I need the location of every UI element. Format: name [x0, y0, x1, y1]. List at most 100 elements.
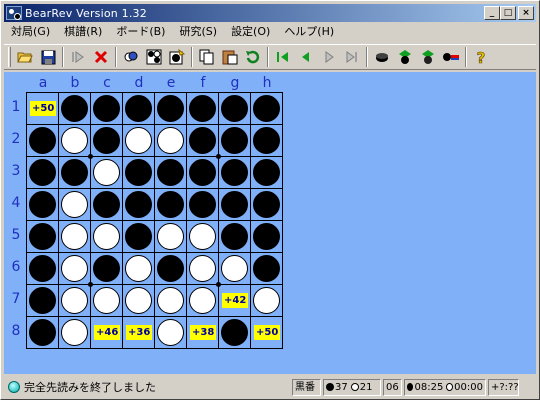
board-cell-b3[interactable]	[59, 157, 90, 188]
board-cell-c3[interactable]	[91, 157, 122, 188]
board-cell-h8[interactable]: +50	[251, 317, 282, 348]
board-cell-h6[interactable]	[251, 253, 282, 284]
board-cell-d2[interactable]	[123, 125, 154, 156]
white-cpu-icon[interactable]	[418, 47, 438, 67]
board-cell-g5[interactable]	[219, 221, 250, 252]
next-move-icon[interactable]	[319, 47, 339, 67]
board-cell-c1[interactable]	[91, 93, 122, 124]
board-cell-f8[interactable]: +38	[187, 317, 218, 348]
board-cell-h5[interactable]	[251, 221, 282, 252]
board-cell-d1[interactable]	[123, 93, 154, 124]
paste-icon[interactable]	[220, 47, 240, 67]
black-disc	[29, 127, 56, 154]
board-cell-f3[interactable]	[187, 157, 218, 188]
title-bar[interactable]: BearRev Version 1.32 _ □ ×	[4, 4, 536, 22]
board-cell-g8[interactable]	[219, 317, 250, 348]
menu-game[interactable]: 対局(G)	[4, 23, 57, 41]
board-cell-f5[interactable]	[187, 221, 218, 252]
board-cell-f7[interactable]	[187, 285, 218, 316]
board-cell-a6[interactable]	[27, 253, 58, 284]
board-cell-f6[interactable]	[187, 253, 218, 284]
board-cell-c5[interactable]	[91, 221, 122, 252]
board-cell-c7[interactable]	[91, 285, 122, 316]
board-cell-b5[interactable]	[59, 221, 90, 252]
help-icon[interactable]: ?	[471, 47, 491, 67]
hint-icon[interactable]	[167, 47, 187, 67]
prev-move-icon[interactable]	[296, 47, 316, 67]
board-cell-g1[interactable]	[219, 93, 250, 124]
last-move-icon[interactable]	[342, 47, 362, 67]
black-disc-icon[interactable]	[372, 47, 392, 67]
board-cell-b7[interactable]	[59, 285, 90, 316]
black-cpu-icon[interactable]	[395, 47, 415, 67]
board-cell-e8[interactable]	[155, 317, 186, 348]
menu-settings[interactable]: 設定(O)	[224, 23, 277, 41]
board-cell-g6[interactable]	[219, 253, 250, 284]
board-cell-e4[interactable]	[155, 189, 186, 220]
othello-board[interactable]: +50 +42 +46 +36 +38 +50	[26, 92, 283, 349]
board-cell-e3[interactable]	[155, 157, 186, 188]
board-cell-b2[interactable]	[59, 125, 90, 156]
board-cell-b4[interactable]	[59, 189, 90, 220]
board-cell-f1[interactable]	[187, 93, 218, 124]
play-icon[interactable]	[68, 47, 88, 67]
board-cell-e5[interactable]	[155, 221, 186, 252]
board-cell-c6[interactable]	[91, 253, 122, 284]
undo-icon[interactable]	[243, 47, 263, 67]
board-cell-g2[interactable]	[219, 125, 250, 156]
menu-record[interactable]: 棋譜(R)	[57, 23, 109, 41]
board-cell-e6[interactable]	[155, 253, 186, 284]
level-icon[interactable]	[441, 47, 461, 67]
copy-icon[interactable]	[197, 47, 217, 67]
board-cell-h2[interactable]	[251, 125, 282, 156]
board-cell-c2[interactable]	[91, 125, 122, 156]
board-cell-b1[interactable]	[59, 93, 90, 124]
board-cell-c4[interactable]	[91, 189, 122, 220]
board-cell-a1[interactable]: +50	[27, 93, 58, 124]
save-disk-icon[interactable]	[38, 47, 58, 67]
menu-help[interactable]: ヘルプ(H)	[277, 23, 341, 41]
board-area: +50 +42 +46 +36 +38 +50 a b c d e f g h 1 2 3 4 5 6 7 8	[4, 72, 536, 374]
board-cell-g3[interactable]	[219, 157, 250, 188]
menu-board[interactable]: ボード(B)	[109, 23, 172, 41]
black-disc	[29, 223, 56, 250]
board-cell-a2[interactable]	[27, 125, 58, 156]
board-cell-h1[interactable]	[251, 93, 282, 124]
board-cell-g4[interactable]	[219, 189, 250, 220]
board-cell-b6[interactable]	[59, 253, 90, 284]
first-move-icon[interactable]	[273, 47, 293, 67]
stop-x-icon[interactable]	[91, 47, 111, 67]
board-cell-h4[interactable]	[251, 189, 282, 220]
open-folder-icon[interactable]	[15, 47, 35, 67]
board-cell-f2[interactable]	[187, 125, 218, 156]
maximize-button[interactable]: □	[500, 6, 516, 20]
board-cell-d7[interactable]	[123, 285, 154, 316]
board-cell-h7[interactable]	[251, 285, 282, 316]
board-cell-a4[interactable]	[27, 189, 58, 220]
board-cell-a7[interactable]	[27, 285, 58, 316]
minimize-button[interactable]: _	[484, 6, 500, 20]
menu-study[interactable]: 研究(S)	[172, 23, 224, 41]
board-cell-a5[interactable]	[27, 221, 58, 252]
board-cell-d8[interactable]: +36	[123, 317, 154, 348]
black-disc	[221, 223, 248, 250]
board-cell-d6[interactable]	[123, 253, 154, 284]
board-cell-e1[interactable]	[155, 93, 186, 124]
board-cell-d5[interactable]	[123, 221, 154, 252]
board-cell-e7[interactable]	[155, 285, 186, 316]
board-cell-g7[interactable]: +42	[219, 285, 250, 316]
close-button[interactable]: ×	[518, 6, 534, 20]
board-cell-a8[interactable]	[27, 317, 58, 348]
board-cell-f4[interactable]	[187, 189, 218, 220]
board-cell-d4[interactable]	[123, 189, 154, 220]
board-edit-icon[interactable]	[144, 47, 164, 67]
board-cell-d3[interactable]	[123, 157, 154, 188]
board-cell-b8[interactable]	[59, 317, 90, 348]
analyze-icon[interactable]	[121, 47, 141, 67]
toolbar-grip[interactable]	[8, 47, 11, 67]
app-icon[interactable]	[6, 6, 22, 20]
board-cell-c8[interactable]: +46	[91, 317, 122, 348]
board-cell-a3[interactable]	[27, 157, 58, 188]
board-cell-e2[interactable]	[155, 125, 186, 156]
board-cell-h3[interactable]	[251, 157, 282, 188]
